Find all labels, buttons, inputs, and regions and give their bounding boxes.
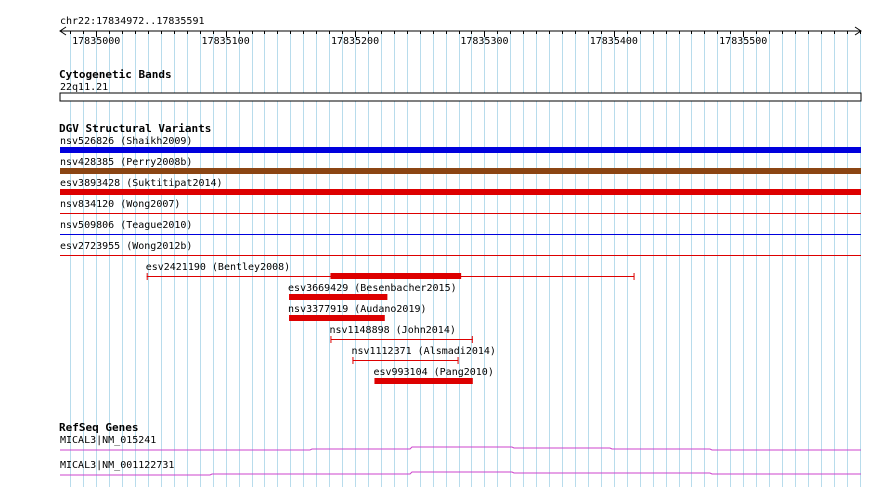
variant-label: esv993104 (Pang2010) — [373, 367, 493, 378]
region-label: chr22:17834972..17835591 — [60, 16, 205, 27]
tick-label: 17835500 — [719, 36, 767, 47]
dgv-variant[interactable]: esv2723955 (Wong2012b) — [60, 241, 861, 256]
variant-bar — [60, 168, 861, 174]
gene-model — [60, 471, 861, 476]
variant-bar — [374, 378, 473, 384]
refseq-track-title: RefSeq Genes — [59, 421, 138, 434]
refseq-gene-row[interactable]: MICAL3|NM_015241 — [60, 435, 861, 451]
variant-bar — [289, 315, 385, 321]
tick-label: 17835100 — [202, 36, 250, 47]
variant-label: nsv509806 (Teague2010) — [60, 220, 192, 231]
dgv-variant[interactable]: nsv3377919 (Audano2019) — [288, 304, 427, 321]
dgv-variant[interactable]: nsv1148898 (John2014) — [329, 325, 473, 343]
dgv-variant[interactable]: esv3893428 (Suktitipat2014) — [60, 178, 861, 195]
cytoband-track-title: Cytogenetic Bands — [59, 68, 172, 81]
tick-label: 17835000 — [72, 36, 120, 47]
dgv-variant[interactable]: nsv428385 (Perry2008b) — [60, 157, 861, 174]
variant-label: esv2723955 (Wong2012b) — [60, 241, 192, 252]
variant-label: nsv1148898 (John2014) — [329, 325, 455, 336]
gene-label: MICAL3|NM_015241 — [60, 435, 156, 446]
tick-label: 17835400 — [590, 36, 638, 47]
dgv-variant[interactable]: nsv526826 (Shaikh2009) — [60, 136, 861, 153]
dgv-variant[interactable]: esv993104 (Pang2010) — [373, 367, 494, 384]
variant-bar — [60, 147, 861, 153]
variant-label: esv3669429 (Besenbacher2015) — [288, 283, 457, 294]
dgv-variant[interactable]: esv3669429 (Besenbacher2015) — [288, 283, 457, 300]
variant-bar — [289, 294, 388, 300]
ruler-ticks: 17835000 17835100 17835200 17835300 17835400… — [70, 31, 861, 47]
dgv-variant[interactable]: nsv509806 (Teague2010) — [60, 220, 861, 235]
genome-browser-view: chr22:17834972..17835591 17835000 1783510… — [59, 16, 862, 487]
dgv-track-title: DGV Structural Variants — [59, 122, 211, 135]
dgv-variant[interactable]: esv2421190 (Bentley2008) — [146, 262, 635, 280]
coordinate-ruler[interactable]: chr22:17834972..17835591 17835000 1783510… — [59, 16, 862, 47]
cytoband-label: 22q11.21 — [60, 82, 108, 93]
variant-label: nsv526826 (Shaikh2009) — [60, 136, 192, 147]
tick-label: 17835300 — [460, 36, 508, 47]
variant-label: esv3893428 (Suktitipat2014) — [60, 178, 223, 189]
variant-label: nsv1112371 (Alsmadi2014) — [351, 346, 496, 357]
gene-label: MICAL3|NM_001122731 — [60, 460, 174, 471]
tick-label: 17835200 — [331, 36, 379, 47]
dgv-variant[interactable]: nsv1112371 (Alsmadi2014) — [351, 346, 496, 364]
dgv-variant[interactable]: nsv834120 (Wong2007) — [60, 199, 861, 214]
variant-bar — [60, 189, 861, 195]
variant-label: esv2421190 (Bentley2008) — [146, 262, 291, 273]
refseq-gene-row[interactable]: MICAL3|NM_001122731 — [60, 460, 861, 476]
variant-label: nsv834120 (Wong2007) — [60, 199, 180, 210]
variant-label: nsv428385 (Perry2008b) — [60, 157, 192, 168]
variant-label: nsv3377919 (Audano2019) — [288, 304, 426, 315]
cytoband-feature[interactable] — [59, 92, 862, 102]
variant-thick-segment — [330, 273, 462, 279]
gene-model — [60, 446, 861, 451]
